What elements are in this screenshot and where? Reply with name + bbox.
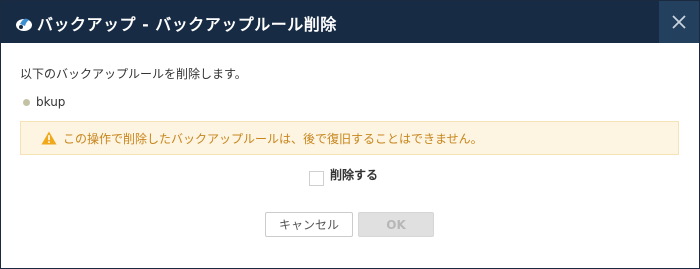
backup-app-icon: [16, 18, 32, 31]
delete-rule-dialog: バックアップ - バックアップルール削除 以下のバックアップルールを削除します。…: [0, 0, 700, 269]
warning-icon: [41, 131, 57, 145]
bullet-icon: [23, 98, 30, 106]
dialog-title: バックアップ - バックアップルール削除: [37, 15, 337, 34]
rule-name: bkup: [36, 95, 66, 109]
rule-list-item: bkup: [23, 95, 65, 109]
close-icon: [672, 15, 686, 29]
warning-text: この操作で削除したバックアップルールは、後で復旧することはできません。: [63, 131, 483, 146]
confirm-delete-toggle[interactable]: 削除する: [309, 168, 378, 186]
delete-message: 以下のバックアップルールを削除します。: [20, 67, 247, 81]
dialog-titlebar: バックアップ - バックアップルール削除: [1, 1, 699, 43]
confirm-checkbox[interactable]: [309, 171, 324, 186]
warning-banner: この操作で削除したバックアップルールは、後で復旧することはできません。: [20, 121, 679, 155]
close-button[interactable]: [659, 1, 699, 43]
cancel-button[interactable]: キャンセル: [265, 212, 353, 237]
dialog-body: 以下のバックアップルールを削除します。 bkup この操作で削除したバックアップ…: [1, 43, 699, 268]
confirm-label: 削除する: [330, 168, 379, 182]
ok-button[interactable]: OK: [358, 212, 434, 237]
